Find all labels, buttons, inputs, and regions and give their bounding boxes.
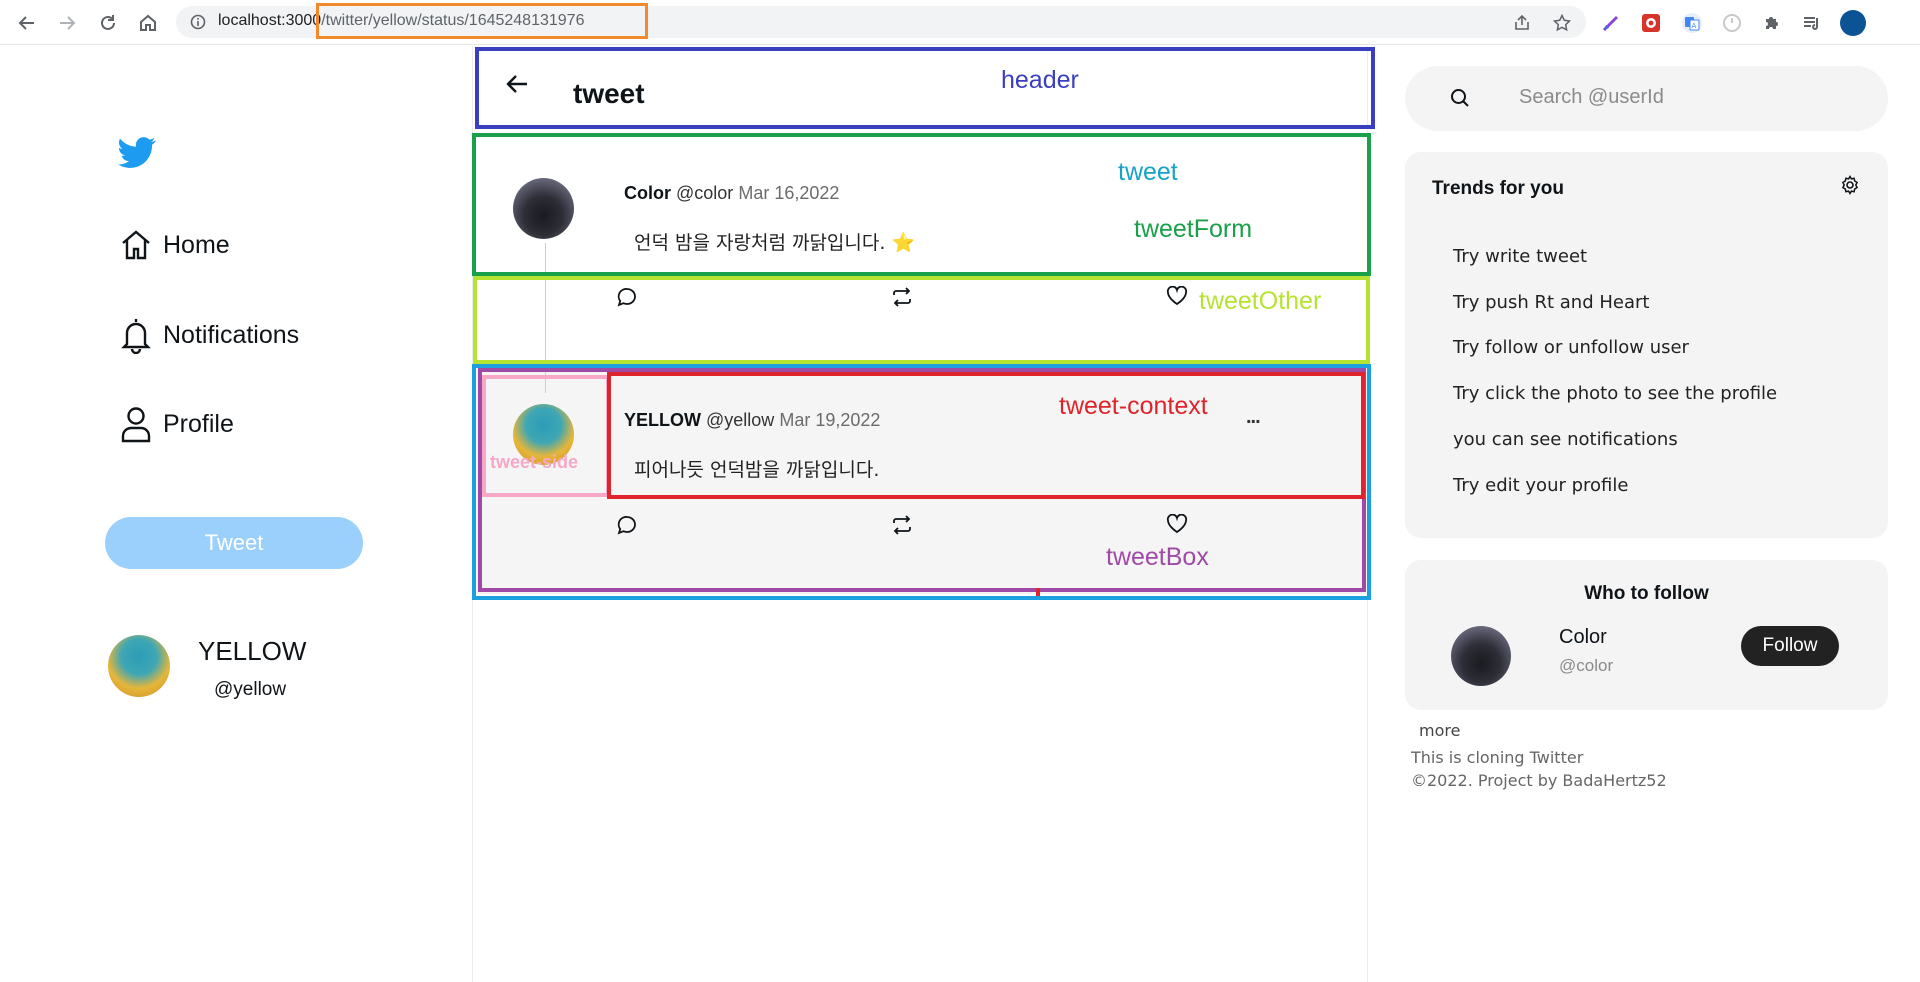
forward-arrow-icon[interactable] [54, 10, 80, 36]
who-to-follow-panel: Who to follow Color @color Follow [1405, 560, 1888, 710]
annotation-label: tweetOther [1199, 287, 1322, 315]
trends-title: Trends for you [1432, 178, 1564, 199]
browser-toolbar: localhost:3000/twitter/yellow/status/164… [0, 0, 1920, 45]
header-annotation-box [475, 47, 1375, 129]
puzzle-extensions-icon[interactable] [1759, 10, 1785, 36]
sidebar-item-label: Home [163, 230, 230, 259]
timer-extension-icon[interactable] [1719, 10, 1745, 36]
trends-panel: Trends for you Try write tweet Try push … [1405, 152, 1888, 538]
more-link[interactable]: more [1419, 721, 1460, 740]
sidebar-item-profile[interactable]: Profile [118, 404, 234, 444]
current-user-name: YELLOW [198, 636, 307, 666]
trend-item[interactable]: you can see notifications [1453, 429, 1678, 450]
share-icon[interactable] [1513, 14, 1531, 36]
trend-item[interactable]: Try edit your profile [1453, 475, 1628, 496]
annotation-label: tweetBox [1106, 543, 1209, 571]
annotation-label: tweetForm [1134, 215, 1253, 243]
sidebar-item-notifications[interactable]: Notifications [118, 315, 299, 355]
reading-list-icon[interactable] [1799, 10, 1825, 36]
gear-icon[interactable] [1840, 175, 1860, 199]
annotation-label: tweet [1118, 158, 1178, 186]
tweet-annotation-box [472, 133, 1371, 276]
trend-item[interactable]: Try write tweet [1453, 246, 1587, 267]
footer-text: This is cloning Twitter [1411, 748, 1584, 767]
annotation-label: tweet-context [1059, 392, 1208, 420]
translate-extension-icon[interactable]: A [1679, 10, 1705, 36]
back-arrow-icon[interactable] [14, 10, 40, 36]
trend-item[interactable]: Try click the photo to see the profile [1453, 383, 1777, 404]
current-user-handle: @yellow [214, 679, 287, 700]
follow-user-handle: @color [1559, 656, 1614, 675]
reload-icon[interactable] [95, 10, 121, 36]
search-box[interactable]: Search @userId [1405, 66, 1888, 131]
footer-copyright: ©2022. Project by BadaHertz52 [1411, 771, 1667, 790]
avatar[interactable] [1451, 626, 1511, 686]
tweet-button[interactable]: Tweet [105, 517, 363, 569]
follow-button[interactable]: Follow [1741, 626, 1839, 666]
search-input[interactable]: Search @userId [1519, 86, 1664, 109]
svg-text:A: A [1692, 22, 1697, 30]
home-icon [118, 227, 154, 263]
trend-item[interactable]: Try follow or unfollow user [1453, 337, 1689, 358]
avatar[interactable] [108, 635, 170, 697]
tweet-context-annotation-box [607, 372, 1365, 499]
sidebar-item-home[interactable]: Home [118, 225, 230, 265]
red-extension-icon[interactable] [1638, 10, 1664, 36]
who-to-follow-title: Who to follow [1584, 583, 1709, 604]
url-host: localhost:3000 [218, 12, 322, 29]
annotation-marker [1036, 588, 1040, 596]
annotation-label: header [1001, 66, 1079, 94]
profile-avatar-icon[interactable] [1840, 10, 1866, 36]
sidebar-item-label: Notifications [163, 320, 300, 349]
search-icon [1450, 88, 1470, 112]
site-info-icon[interactable] [190, 14, 206, 34]
pen-extension-icon[interactable] [1598, 10, 1624, 36]
home-browser-icon[interactable] [135, 10, 161, 36]
sidebar-item-label: Profile [163, 409, 234, 438]
bookmark-star-icon[interactable] [1552, 13, 1572, 36]
url-annotation-box [316, 3, 648, 39]
annotation-label: tweet-side [490, 452, 579, 472]
twitter-logo-icon[interactable] [118, 137, 156, 173]
user-icon [118, 406, 154, 443]
follow-user-name[interactable]: Color [1559, 626, 1607, 649]
trend-item[interactable]: Try push Rt and Heart [1453, 292, 1649, 313]
bell-icon [118, 317, 154, 354]
tweet-side-annotation-box [482, 375, 610, 497]
